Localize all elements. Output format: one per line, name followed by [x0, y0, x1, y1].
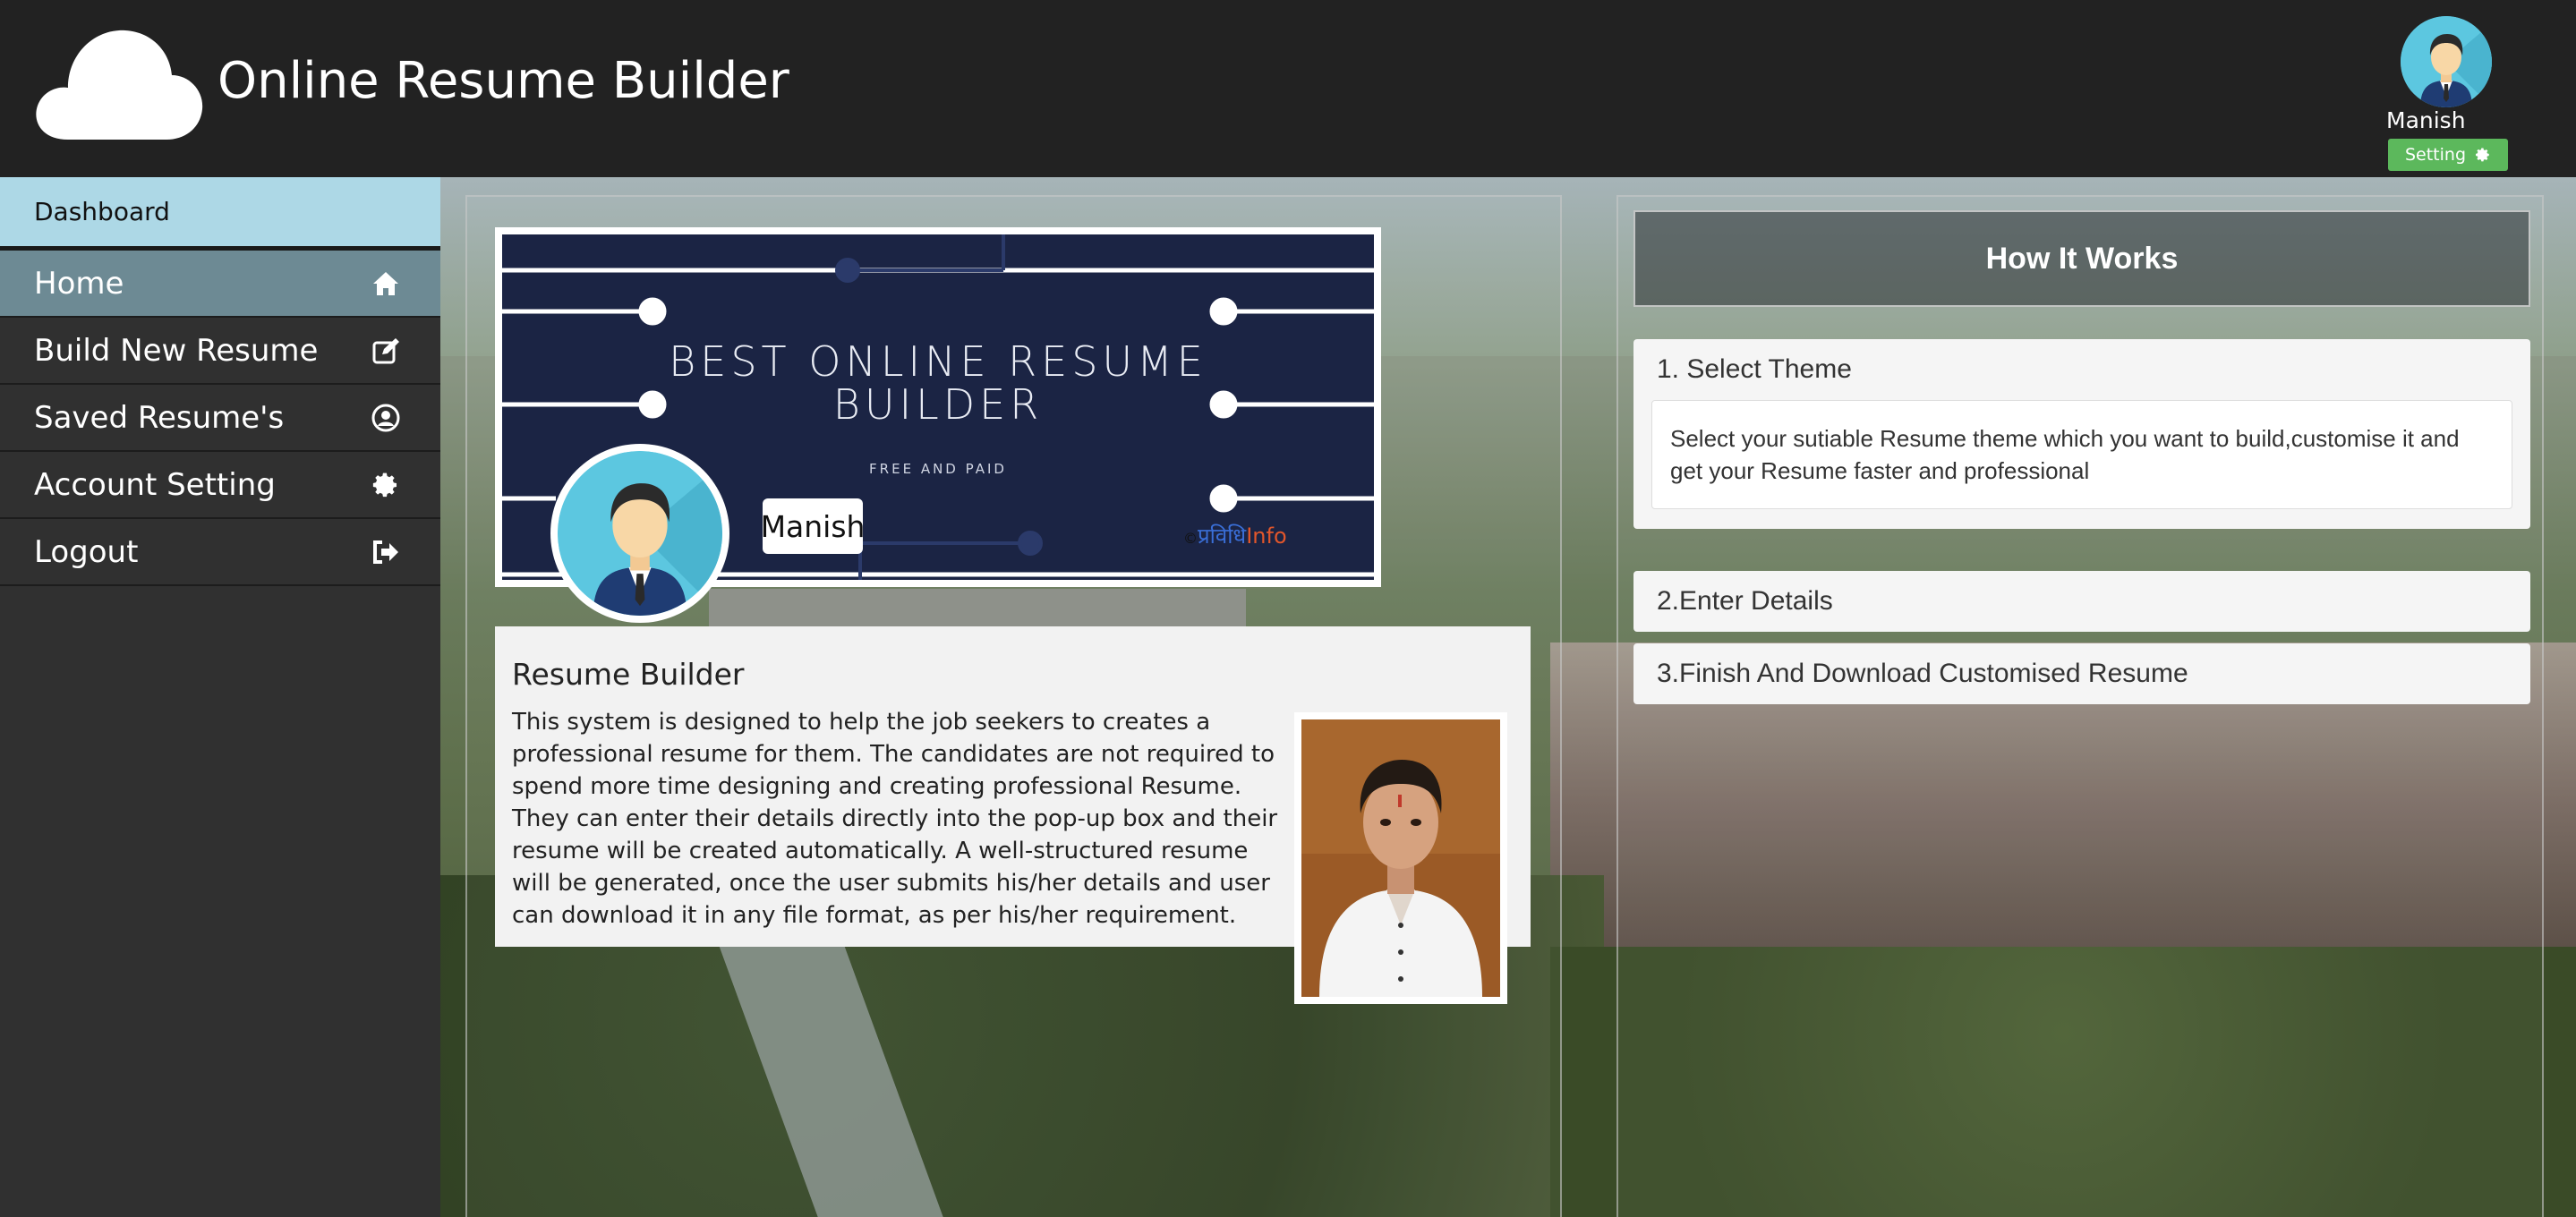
sidebar-heading: Dashboard — [0, 177, 440, 251]
accordion-header[interactable]: 1. Select Theme — [1633, 339, 2530, 400]
gear-icon — [371, 470, 401, 500]
card-title: Resume Builder — [512, 657, 745, 692]
setting-label: Setting — [2404, 145, 2467, 165]
banner-title: BEST ONLINE RESUME BUILDER — [502, 340, 1374, 426]
accordion-step-enter-details[interactable]: 2.Enter Details — [1633, 571, 2530, 632]
accordion-step-finish-download[interactable]: 3.Finish And Download Customised Resume — [1633, 643, 2530, 704]
gear-icon — [2476, 148, 2489, 162]
sidebar: Dashboard Home Build New Resume Saved Re… — [0, 177, 440, 1217]
app-title: Online Resume Builder — [218, 52, 789, 110]
banner-title-line2: BUILDER — [832, 380, 1044, 429]
user-avatar-icon — [2401, 16, 2492, 107]
how-it-works-title: How It Works — [1633, 210, 2530, 307]
setting-button[interactable]: Setting — [2388, 139, 2508, 171]
accordion-header[interactable]: 3.Finish And Download Customised Resume — [1633, 643, 2530, 704]
profile-photo — [1294, 712, 1507, 1004]
user-avatar[interactable] — [2401, 16, 2492, 107]
banner-avatar — [550, 444, 729, 623]
person-photo-image — [1301, 719, 1500, 997]
card-description: This system is designed to help the job … — [512, 709, 1278, 929]
sidebar-item-home[interactable]: Home — [0, 251, 440, 318]
sidebar-item-label: Build New Resume — [34, 332, 319, 369]
edit-icon — [371, 336, 401, 366]
pravidhi-info-brand: ©प्रविधिInfo — [1183, 523, 1287, 549]
accordion-step-select-theme[interactable]: 1. Select Theme Select your sutiable Res… — [1633, 339, 2530, 529]
sidebar-item-build-new-resume[interactable]: Build New Resume — [0, 318, 440, 385]
sidebar-item-logout[interactable]: Logout — [0, 519, 440, 586]
sidebar-item-account-setting[interactable]: Account Setting — [0, 452, 440, 519]
sign-out-icon — [371, 537, 401, 567]
cloud-logo-icon — [36, 30, 203, 140]
banner-user-name: Manish — [761, 498, 865, 554]
sidebar-item-label: Account Setting — [34, 466, 276, 503]
accordion-body: Select your sutiable Resume theme which … — [1651, 400, 2512, 509]
user-circle-icon — [371, 403, 401, 433]
user-name: Manish — [2386, 107, 2466, 133]
sidebar-item-label: Home — [34, 265, 124, 302]
accordion-header[interactable]: 2.Enter Details — [1633, 571, 2530, 632]
home-icon — [371, 268, 401, 299]
user-avatar-icon — [558, 451, 722, 616]
banner-title-line1: BEST ONLINE RESUME — [669, 337, 1207, 386]
sidebar-item-label: Saved Resume's — [34, 399, 285, 436]
top-header: Online Resume Builder Manish Setting — [0, 0, 2576, 177]
sidebar-item-label: Logout — [34, 533, 139, 570]
sidebar-item-saved-resumes[interactable]: Saved Resume's — [0, 385, 440, 452]
